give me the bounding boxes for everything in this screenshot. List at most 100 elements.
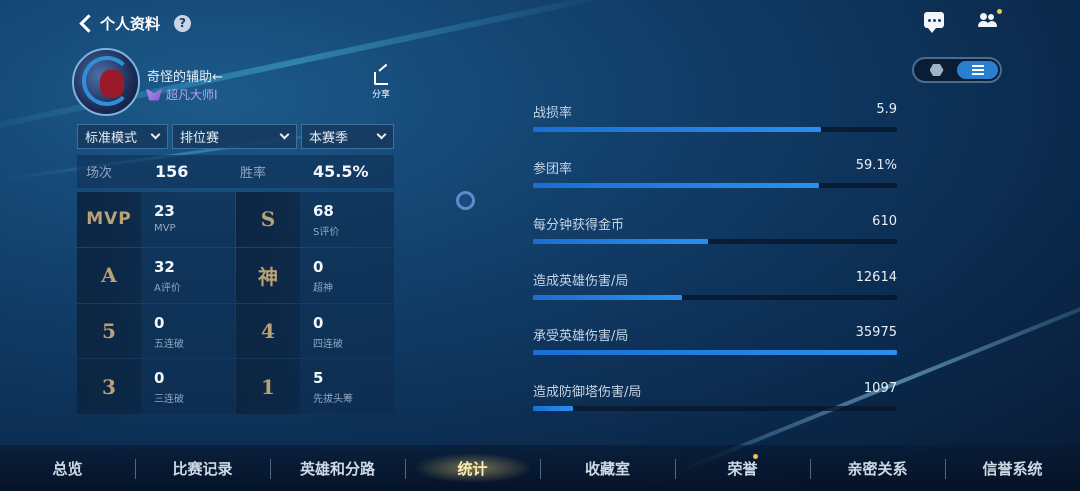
- achievement-mvp: MVP 23 MVP: [77, 192, 235, 247]
- tab-label: 亲密关系: [847, 459, 908, 478]
- achievement-value: 0: [154, 313, 165, 332]
- achievement-value: 0: [154, 369, 165, 388]
- matches-label: 场次: [86, 166, 113, 181]
- stat-bar-track: [533, 295, 897, 300]
- stat-bar-fill: [533, 239, 708, 244]
- view-toggle: [912, 57, 1002, 83]
- stat-value: 35975: [855, 325, 897, 340]
- tab-relationships[interactable]: 亲密关系: [810, 445, 945, 491]
- chevron-down-icon: [376, 129, 387, 140]
- achievement-label: 三连破: [154, 394, 184, 406]
- friends-icon[interactable]: [978, 9, 1002, 30]
- stat-value: 59.1%: [855, 158, 897, 173]
- winrate-value: 45.5%: [313, 162, 369, 181]
- triple-symbol: 3: [77, 359, 141, 414]
- avatar[interactable]: [72, 48, 140, 116]
- bottom-nav: 总览 比赛记录 英雄和分路 统计 收藏室 荣誉 亲密关系 信誉系统: [0, 445, 1080, 491]
- share-button[interactable]: 分享: [372, 72, 390, 100]
- tab-credit-system[interactable]: 信誉系统: [945, 445, 1080, 491]
- stat-value: 1097: [863, 381, 897, 396]
- stat-name: 承受英雄伤害/局: [533, 329, 629, 344]
- page-title: 个人资料: [100, 14, 161, 33]
- stat-name: 参团率: [533, 162, 573, 177]
- match-type-dropdown-label: 排位赛: [180, 131, 220, 146]
- stat-bar-track: [533, 406, 897, 411]
- achievement-legendary: 神 0 超神: [236, 247, 394, 303]
- share-label: 分享: [372, 90, 391, 100]
- stat-row: 承受英雄伤害/局 35975: [533, 325, 897, 365]
- back-arrow-icon[interactable]: [78, 13, 92, 33]
- stat-name: 造成防御塔伤害/局: [533, 385, 642, 400]
- stat-bar-track: [533, 183, 897, 188]
- notification-dot: [753, 454, 758, 459]
- mode-dropdown-label: 标准模式: [85, 131, 138, 146]
- stat-bar-fill: [533, 295, 683, 300]
- tab-label: 荣誉: [727, 459, 758, 478]
- stat-name: 造成英雄伤害/局: [533, 274, 629, 289]
- filter-bar: 标准模式 排位赛 本赛季: [77, 124, 394, 149]
- match-type-dropdown[interactable]: 排位赛: [172, 124, 297, 149]
- radar-view-button[interactable]: [916, 61, 957, 79]
- achievement-label: 先拔头筹: [313, 394, 353, 406]
- achievement-value: 23: [154, 202, 175, 220]
- achievement-label: S评价: [313, 227, 340, 238]
- stat-value: 610: [872, 214, 897, 229]
- stat-row: 每分钟获得金币 610: [533, 214, 897, 254]
- achievement-grid: MVP 23 MVP S 68 S评价 A 32 A评价 神 0 超神 5 0 …: [77, 192, 394, 414]
- season-dropdown-label: 本赛季: [309, 131, 349, 146]
- tab-honors[interactable]: 荣誉: [675, 445, 810, 491]
- header: 个人资料 ?: [78, 10, 192, 36]
- tab-collection[interactable]: 收藏室: [540, 445, 675, 491]
- stat-value: 5.9: [876, 102, 897, 117]
- tab-label: 收藏室: [584, 459, 630, 478]
- mvp-symbol: MVP: [77, 192, 141, 247]
- tab-overview[interactable]: 总览: [0, 445, 135, 491]
- achievement-value: 0: [313, 313, 324, 332]
- achievement-value: 5: [313, 369, 324, 388]
- username: 奇怪的辅助←: [147, 70, 223, 85]
- achievement-value: 32: [154, 257, 175, 276]
- stat-row: 参团率 59.1%: [533, 158, 897, 198]
- tab-label: 比赛记录: [172, 459, 233, 478]
- tab-match-history[interactable]: 比赛记录: [135, 445, 270, 491]
- achievement-value: 68: [313, 202, 334, 220]
- penta-symbol: 5: [77, 303, 141, 359]
- tab-label: 英雄和分路: [299, 459, 375, 478]
- tab-heroes-lanes[interactable]: 英雄和分路: [270, 445, 405, 491]
- tab-label: 总览: [52, 459, 83, 478]
- stat-bar-fill: [533, 183, 819, 188]
- achievement-penta: 5 0 五连破: [77, 303, 235, 359]
- rank-label: 超凡大师I: [166, 88, 218, 102]
- floating-ball-icon[interactable]: [456, 191, 475, 210]
- help-icon[interactable]: ?: [174, 14, 192, 32]
- winrate-label: 胜率: [240, 166, 267, 181]
- stat-row: 战损率 5.9: [533, 102, 897, 142]
- s-rating-symbol: S: [236, 192, 300, 247]
- tab-statistics[interactable]: 统计: [405, 445, 540, 491]
- stat-bar-track: [533, 350, 897, 355]
- achievement-triple: 3 0 三连破: [77, 359, 235, 414]
- list-view-button[interactable]: [957, 61, 998, 79]
- a-rating-symbol: A: [77, 247, 141, 303]
- season-dropdown[interactable]: 本赛季: [301, 124, 394, 149]
- stat-name: 每分钟获得金币: [533, 218, 625, 233]
- achievement-first-blood: 1 5 先拔头筹: [236, 359, 394, 414]
- list-icon: [971, 65, 984, 75]
- stat-row: 造成防御塔伤害/局 1097: [533, 381, 897, 421]
- stat-bar-fill: [533, 127, 821, 132]
- first-blood-symbol: 1: [236, 359, 300, 414]
- achievement-quadra: 4 0 四连破: [236, 303, 394, 359]
- achievement-value: 0: [313, 257, 324, 276]
- stat-row: 造成英雄伤害/局 12614: [533, 270, 897, 310]
- achievement-s: S 68 S评价: [236, 192, 394, 247]
- stat-name: 战损率: [533, 106, 573, 121]
- achievement-label: MVP: [154, 223, 176, 234]
- matches-value: 156: [155, 162, 189, 181]
- mode-dropdown[interactable]: 标准模式: [77, 124, 168, 149]
- chat-icon[interactable]: [924, 12, 944, 33]
- hexagon-icon: [929, 64, 944, 76]
- notification-dot: [997, 9, 1002, 14]
- rank-icon: [146, 88, 162, 101]
- quadra-symbol: 4: [236, 303, 300, 359]
- top-right-actions: [924, 9, 1002, 33]
